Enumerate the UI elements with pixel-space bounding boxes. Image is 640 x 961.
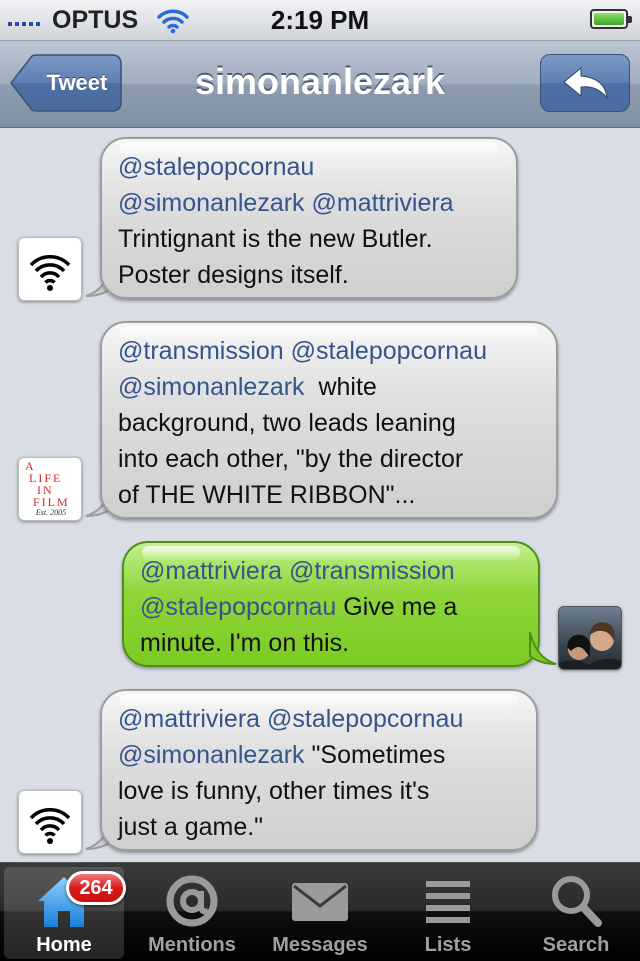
message-text-line: just a game.": [118, 813, 264, 841]
list-icon: [426, 881, 470, 923]
tab-label: Home: [36, 934, 92, 956]
bubble-tail: [529, 631, 557, 665]
navigation-bar: Tweet simonanlezark: [0, 41, 640, 128]
user-photo-avatar[interactable]: [558, 606, 622, 670]
message-text-line: into each other, "by the director: [118, 445, 464, 473]
unread-count-badge: 264: [66, 871, 126, 905]
avatar-logo-text: A LIFE IN FILM: [25, 459, 70, 509]
clock: 2:19 PM: [270, 5, 370, 35]
tab-messages[interactable]: Messages: [260, 867, 380, 959]
tab-label: Lists: [424, 934, 472, 956]
message-text-line: Poster designs itself.: [118, 261, 349, 289]
reply-arrow-icon: [563, 66, 608, 100]
message-text-segment: Give me a: [343, 593, 458, 621]
tab-search[interactable]: Search: [516, 867, 636, 959]
battery-icon: [590, 9, 632, 29]
at-sign-icon: [166, 875, 218, 927]
message-text-segment: "Sometimes: [311, 741, 446, 769]
a-life-in-film-avatar[interactable]: A LIFE IN FILM Est. 2005: [18, 457, 82, 521]
message-bubble: @stalepopcornau @simonanlezark @mattrivi…: [100, 137, 518, 299]
tab-label: Mentions: [148, 934, 236, 956]
message-text-line: of THE WHITE RIBBON"...: [118, 481, 416, 509]
tab-label: Search: [542, 934, 610, 956]
wifi-icon[interactable]: [18, 237, 82, 301]
message-text-line: love is funny, other times it's: [118, 777, 430, 805]
message-bubble: @transmission @stalepopcornau @simonanle…: [100, 321, 558, 519]
wifi-icon[interactable]: [18, 790, 82, 854]
back-button[interactable]: Tweet: [10, 54, 122, 112]
page-title: simonanlezark: [194, 61, 446, 102]
mention-line[interactable]: @simonanlezark @mattriviera: [118, 185, 500, 221]
message-text-line: minute. I'm on this.: [140, 629, 350, 657]
tab-bar: 264 Home Mentions Messages Lists Search: [0, 862, 640, 961]
message-bubble: @mattriviera @stalepopcornau @simonanlez…: [100, 689, 538, 851]
magnifier-icon: [552, 876, 602, 927]
tab-mentions[interactable]: Mentions: [132, 867, 252, 959]
tab-lists[interactable]: Lists: [388, 867, 508, 959]
message-text-line: Trintignant is the new Butler.: [118, 225, 433, 253]
avatar-est-text: Est. 2005: [35, 508, 67, 517]
message-bubble: @mattriviera @transmission @stalepopcorn…: [122, 541, 540, 667]
mention-line[interactable]: @stalepopcornau: [140, 593, 336, 621]
reply-button[interactable]: [540, 54, 630, 112]
battery-level-fill: [594, 13, 624, 25]
mention-line[interactable]: @simonanlezark: [118, 373, 305, 401]
message-text-line: background, two leads leaning: [118, 409, 456, 437]
status-bar: OPTUS 2:19 PM: [0, 0, 640, 41]
back-button-label: Tweet: [46, 70, 108, 95]
mention-line[interactable]: @simonanlezark: [118, 741, 305, 769]
message-text-segment: white: [318, 373, 377, 401]
envelope-icon: [292, 883, 348, 921]
tab-label: Messages: [272, 934, 368, 956]
tab-home[interactable]: 264 Home: [4, 867, 126, 959]
